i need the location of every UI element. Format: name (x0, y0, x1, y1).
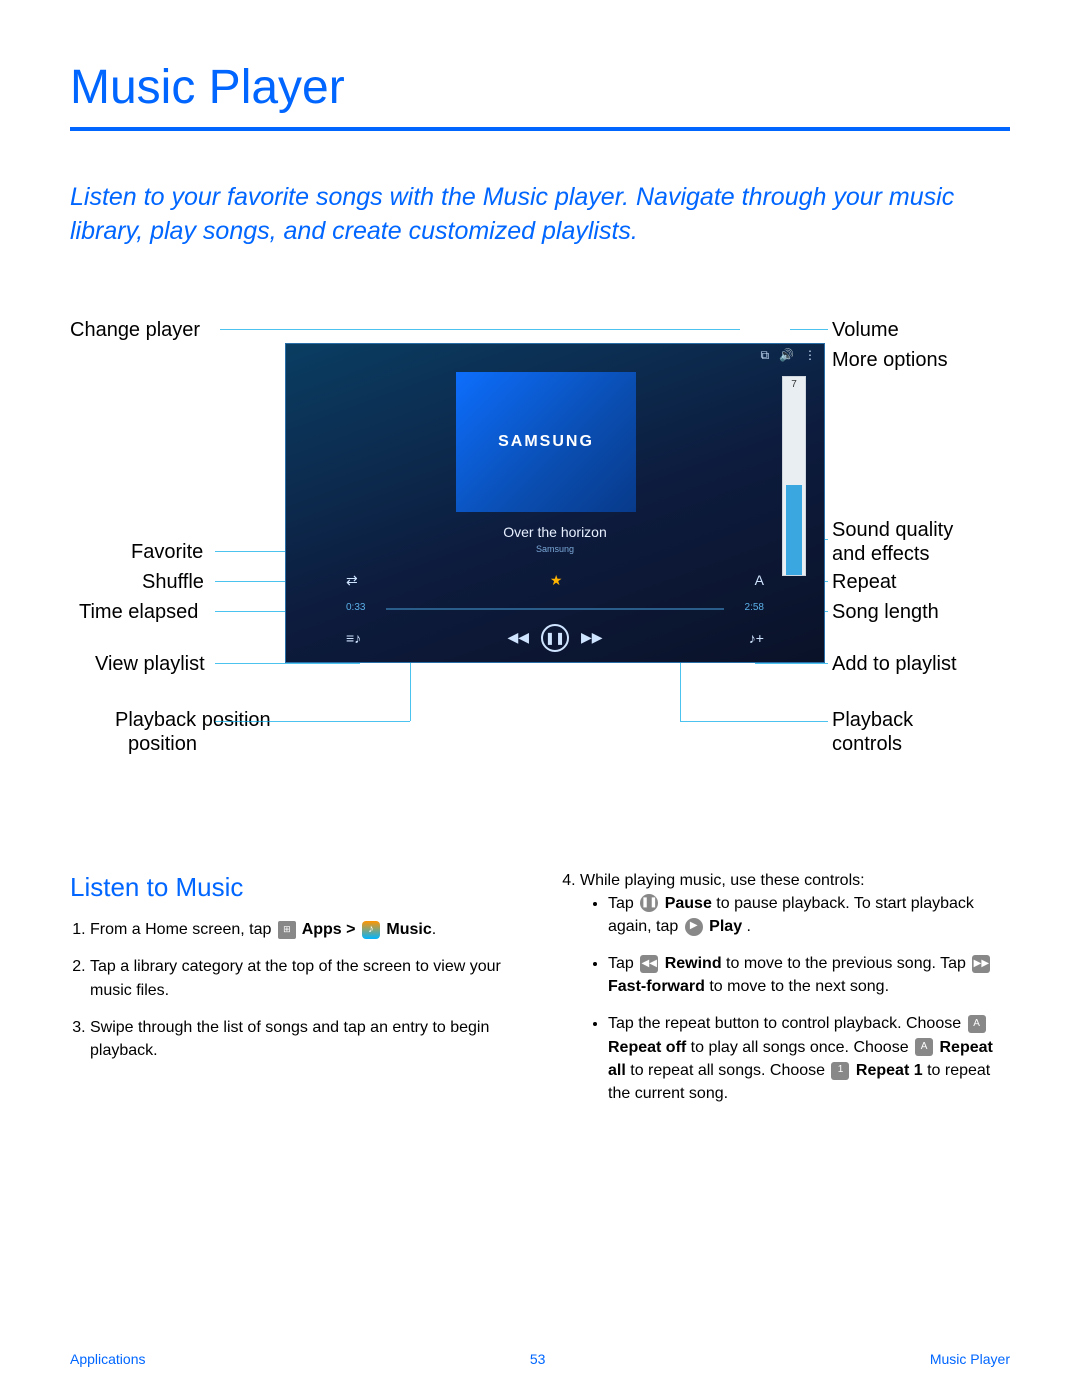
forward-icon[interactable]: ▶▶ (581, 629, 603, 646)
song-artist: Samsung (286, 544, 824, 554)
repeat-icon[interactable]: A (755, 572, 764, 588)
playback-controls: ◀◀ ❚❚ ▶▶ (507, 624, 602, 652)
time-total-value: 2:58 (745, 602, 764, 613)
callout-more-options: More options (832, 349, 948, 372)
callout-song-length: Song length (832, 601, 939, 624)
ff-inline-icon: ▶▶ (972, 955, 990, 973)
callout-shuffle: Shuffle (142, 571, 204, 594)
callout-view-playlist: View playlist (95, 653, 205, 676)
add-to-playlist-icon[interactable]: ♪+ (749, 630, 764, 646)
callout-time-elapsed: Time elapsed (79, 601, 198, 624)
callout-playback-controls-1: Playback (832, 709, 913, 732)
footer-right: Music Player (930, 1351, 1010, 1367)
intro-text: Listen to your favorite songs with the M… (70, 181, 1010, 249)
step-3: Swipe through the list of songs and tap … (90, 1016, 520, 1062)
step-1: From a Home screen, tap ⊞ Apps > ♪ Music… (90, 918, 520, 941)
play-inline-icon: ▶ (685, 918, 703, 936)
view-playlist-icon[interactable]: ≡♪ (346, 630, 361, 646)
repeat-1-inline-icon: 1 (831, 1062, 849, 1080)
time-elapsed-value: 0:33 (346, 602, 365, 613)
volume-slider[interactable]: 7 (782, 376, 806, 576)
callout-sound-quality-2: and effects (832, 543, 929, 566)
title-rule (70, 127, 1010, 131)
pause-inline-icon: ❚❚ (640, 894, 658, 912)
more-icon[interactable]: ⋮ (804, 348, 816, 363)
rewind-icon[interactable]: ◀◀ (507, 629, 529, 646)
callout-playback-position-2: position (128, 733, 197, 756)
bullet-pause: Tap ❚❚ Pause to pause playback. To start… (608, 892, 1010, 938)
footer-left: Applications (70, 1351, 146, 1367)
music-app-icon: ♪ (362, 921, 380, 939)
page-title: Music Player (70, 60, 1010, 115)
shuffle-icon[interactable]: ⇄ (346, 572, 358, 589)
bullet-repeat: Tap the repeat button to control playbac… (608, 1012, 1010, 1105)
instruction-columns: Listen to Music From a Home screen, tap … (70, 869, 1010, 1120)
player-diagram: Change player Favorite Shuffle Time elap… (70, 309, 1010, 829)
rewind-inline-icon: ◀◀ (640, 955, 658, 973)
callout-volume: Volume (832, 319, 899, 342)
pause-button[interactable]: ❚❚ (541, 624, 569, 652)
page-footer: Applications 53 Music Player (70, 1351, 1010, 1367)
footer-page-number: 53 (530, 1351, 546, 1367)
apps-icon: ⊞ (278, 921, 296, 939)
change-player-icon[interactable]: ⧉ (760, 348, 769, 363)
repeat-off-inline-icon: A (968, 1015, 986, 1033)
bullet-rewind: Tap ◀◀ Rewind to move to the previous so… (608, 952, 1010, 998)
callout-playback-controls-2: controls (832, 733, 902, 756)
favorite-icon[interactable]: ★ (550, 572, 563, 589)
volume-icon[interactable]: 🔊 (779, 348, 794, 363)
callout-change-player: Change player (70, 319, 200, 342)
callout-favorite: Favorite (131, 541, 203, 564)
progress-bar[interactable] (386, 608, 724, 610)
song-title: Over the horizon (286, 524, 824, 540)
callout-repeat: Repeat (832, 571, 897, 594)
section-heading: Listen to Music (70, 869, 520, 907)
step-2: Tap a library category at the top of the… (90, 955, 520, 1001)
music-player-screenshot: ⧉ 🔊 ⋮ SAMSUNG Over the horizon Samsung 7… (285, 343, 825, 663)
repeat-all-inline-icon: A (915, 1038, 933, 1056)
album-art: SAMSUNG (456, 372, 636, 512)
callout-sound-quality-1: Sound quality (832, 519, 953, 542)
step-4: While playing music, use these controls:… (580, 869, 1010, 1106)
callout-add-playlist: Add to playlist (832, 653, 957, 676)
volume-level: 7 (783, 379, 805, 390)
